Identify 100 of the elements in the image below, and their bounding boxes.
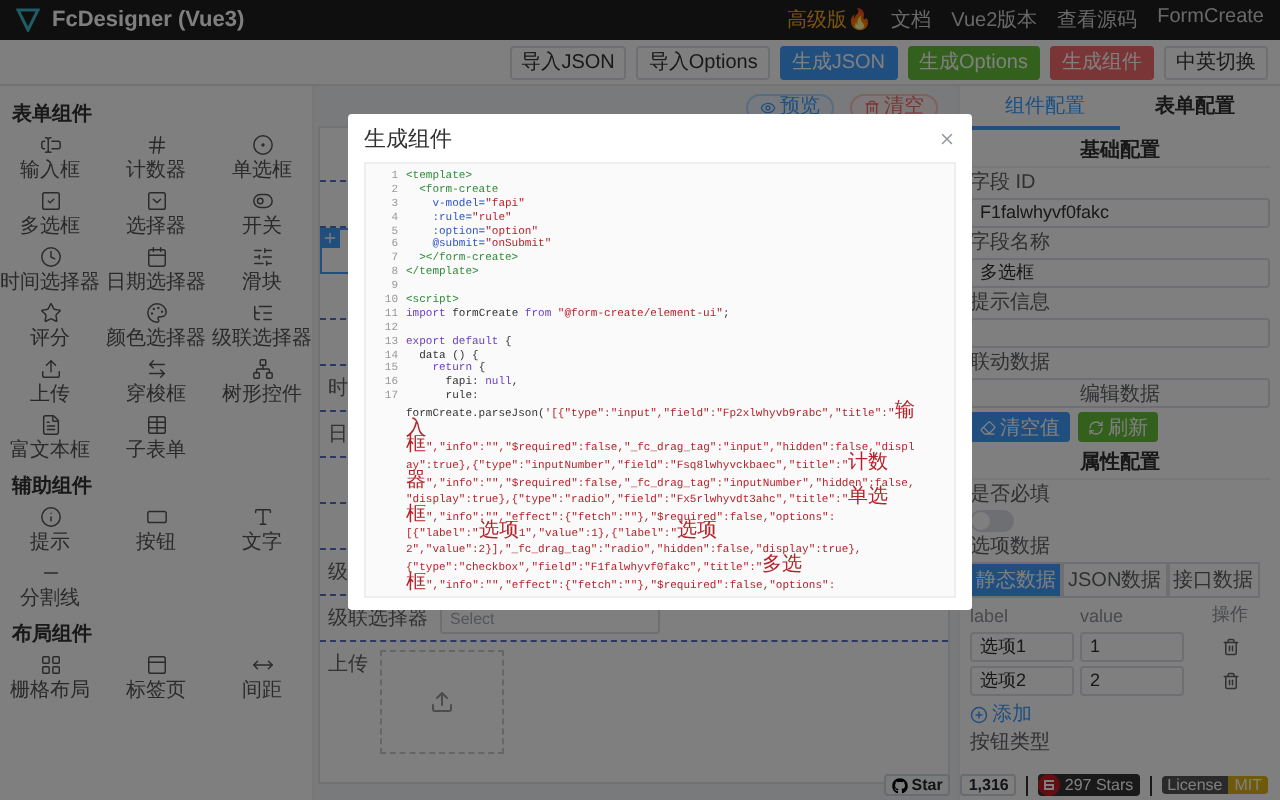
button-shape-icon[interactable] (145, 506, 167, 528)
number-icon[interactable] (145, 134, 167, 156)
stars-label: 297 Stars (1064, 776, 1134, 794)
component-label[interactable]: 富文本框 (10, 440, 90, 462)
clear-value-button[interactable]: 清空值 (970, 412, 1070, 442)
toolbar-button[interactable]: 生成JSON (779, 45, 898, 79)
toolbar-button[interactable]: 生成Options (907, 45, 1040, 79)
sliders-icon[interactable] (251, 246, 273, 268)
star-icon[interactable] (39, 302, 61, 324)
component-label[interactable]: 按钮 (136, 532, 176, 554)
radio-icon[interactable] (251, 134, 273, 156)
license-value: MIT (1228, 776, 1268, 794)
component-label[interactable]: 栅格布局 (10, 680, 90, 702)
field-label: 按钮类型 (970, 732, 1052, 754)
field-label: 提示信息 (970, 292, 1052, 314)
network-icon[interactable] (251, 358, 273, 380)
component-label[interactable]: 评分 (30, 328, 70, 350)
component-label[interactable]: 多选框 (20, 216, 80, 238)
plus-circle-icon (970, 705, 988, 723)
component-label[interactable]: 滑块 (242, 272, 282, 294)
segment-tab[interactable]: 静态数据 (970, 562, 1062, 598)
delete-icon[interactable] (1221, 672, 1239, 690)
nav-link[interactable]: 文档 (891, 6, 932, 34)
segment-tab[interactable]: JSON数据 (1062, 562, 1168, 598)
nav-link[interactable]: 高级版🔥 (787, 6, 872, 34)
document-icon[interactable] (39, 414, 61, 436)
component-label[interactable]: 开关 (242, 216, 282, 238)
toggle-switch[interactable] (970, 510, 1014, 532)
stars-badge[interactable]: 297 Stars (1038, 774, 1140, 796)
component-label[interactable]: 上传 (30, 384, 70, 406)
refresh-button[interactable]: 刷新 (1078, 412, 1158, 442)
component-label[interactable]: 分割线 (20, 588, 80, 610)
dialog-title: 生成组件 (364, 125, 452, 153)
upload-icon (430, 690, 454, 714)
toolbar-button[interactable]: 生成组件 (1050, 45, 1154, 79)
checkbox-icon[interactable] (39, 190, 61, 212)
text-input[interactable]: F1falwhyvf0fakc (970, 198, 1270, 228)
field-label: 上传 (328, 651, 368, 678)
component-label[interactable]: 提示 (30, 532, 70, 554)
clock-icon[interactable] (39, 246, 61, 268)
component-label[interactable]: 间距 (242, 680, 282, 702)
field-label: 联动数据 (970, 352, 1052, 374)
nav-link[interactable]: 查看源码 (1057, 6, 1138, 34)
input-cursor-icon[interactable] (39, 134, 61, 156)
field-label: 时 (328, 375, 348, 402)
component-label[interactable]: 计数器 (126, 160, 186, 182)
grid-icon[interactable] (39, 654, 61, 676)
eye-icon (760, 100, 776, 116)
toggle-icon[interactable] (251, 190, 273, 212)
close-icon[interactable] (938, 129, 956, 147)
palette-icon[interactable] (145, 302, 167, 324)
component-label[interactable]: 子表单 (126, 440, 186, 462)
component-label[interactable]: 穿梭框 (126, 384, 186, 406)
drag-handle-icon[interactable] (320, 228, 340, 248)
component-label[interactable]: 树形控件 (222, 384, 302, 406)
option-label-input[interactable]: 选项2 (970, 666, 1074, 696)
calendar-icon[interactable] (145, 246, 167, 268)
delete-icon[interactable] (1221, 638, 1239, 656)
arrows-icon[interactable] (145, 358, 167, 380)
panel-tab[interactable]: 表单配置 (1120, 86, 1270, 130)
text-input[interactable] (970, 318, 1270, 348)
option-label-input[interactable]: 选项1 (970, 632, 1074, 662)
option-value-input[interactable]: 1 (1080, 632, 1184, 662)
upload-icon[interactable] (39, 358, 61, 380)
segment-tab[interactable]: 接口数据 (1167, 562, 1260, 598)
dropdown-icon[interactable] (145, 190, 167, 212)
text-input[interactable]: 多选框 (970, 258, 1270, 288)
refresh-icon (1088, 419, 1104, 435)
component-label[interactable]: 文字 (242, 532, 282, 554)
component-label[interactable]: 级联选择器 (212, 328, 312, 350)
text-icon[interactable] (251, 506, 273, 528)
github-star-badge[interactable]: Star (883, 774, 951, 796)
nav-link[interactable]: Vue2版本 (951, 6, 1038, 34)
toolbar-button[interactable]: 中英切换 (1164, 45, 1268, 79)
component-label[interactable]: 颜色选择器 (106, 328, 206, 350)
component-label[interactable]: 标签页 (126, 680, 186, 702)
field-label: 选项数据 (970, 536, 1052, 558)
table-icon[interactable] (145, 414, 167, 436)
logo-icon (16, 8, 40, 32)
toolbar-button[interactable]: 导入JSON (509, 45, 627, 79)
add-link[interactable]: 添加 (970, 700, 1270, 728)
section-title: 表单组件 (10, 101, 94, 130)
info-icon[interactable] (39, 506, 61, 528)
edit-data-button[interactable]: 编辑数据 (970, 378, 1270, 408)
component-label[interactable]: 日期选择器 (106, 272, 206, 294)
component-label[interactable]: 选择器 (126, 216, 186, 238)
field-label: 是否必填 (970, 484, 1052, 506)
component-label[interactable]: 单选框 (232, 160, 292, 182)
tree-list-icon[interactable] (251, 302, 273, 324)
toolbar-button[interactable]: 导入Options (636, 45, 770, 79)
eraser-icon (980, 419, 996, 435)
tabs-icon[interactable] (145, 654, 167, 676)
option-value-input[interactable]: 2 (1080, 666, 1184, 696)
nav-link[interactable]: FormCreate (1157, 6, 1264, 34)
license-badge[interactable]: License MIT (1161, 776, 1268, 794)
license-key: License (1161, 776, 1229, 794)
component-label[interactable]: 时间选择器 (0, 272, 100, 294)
component-label[interactable]: 输入框 (20, 160, 80, 182)
section-title: 布局组件 (9, 621, 94, 650)
star-label: Star (911, 776, 943, 794)
